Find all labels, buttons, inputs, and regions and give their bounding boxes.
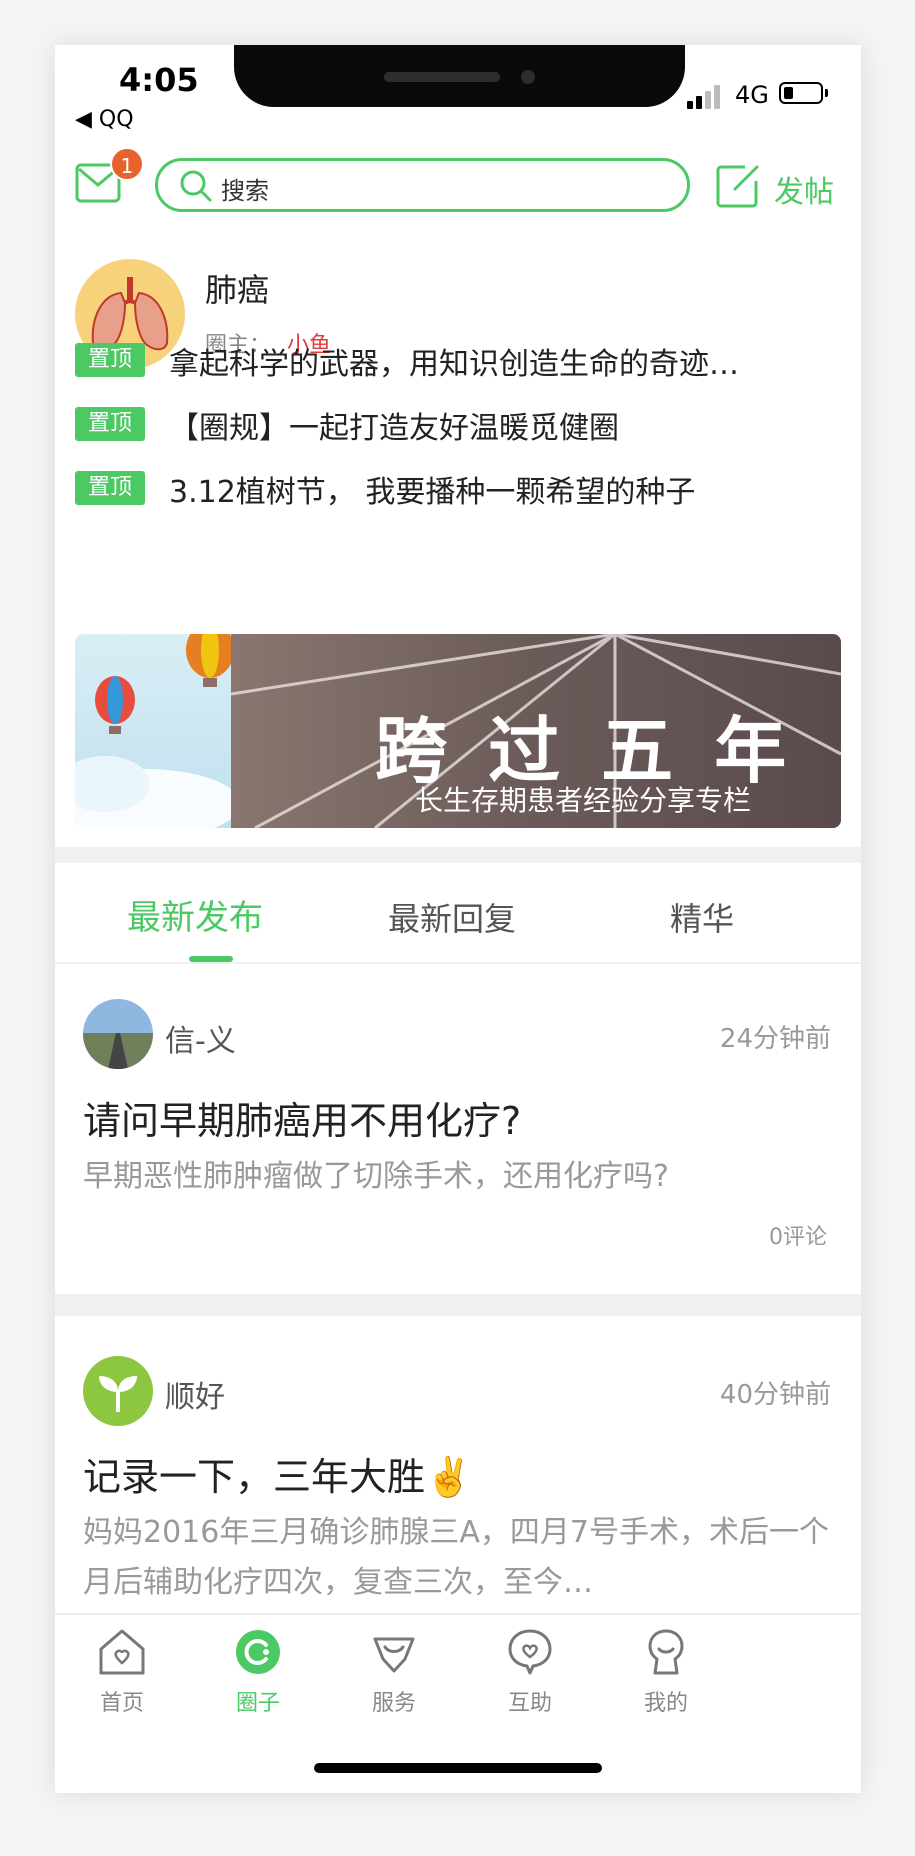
back-to-app-link[interactable]: ◀ QQ [75,107,134,132]
help-icon [508,1629,552,1675]
nav-circle[interactable]: 圈子 [198,1625,318,1717]
circle-name: 肺癌 [205,271,270,309]
post-excerpt: 早期恶性肺肿瘤做了切除手术，还用化疗吗? [83,1159,669,1194]
author-avatar[interactable] [83,999,153,1069]
pinned-tag: 置顶 [75,471,145,505]
search-placeholder: 搜索 [221,177,269,205]
sprout-icon [99,1376,137,1412]
pinned-post-title[interactable]: 拿起科学的武器，用知识创造生命的奇迹… [169,339,839,383]
post-title[interactable]: 记录一下，三年大胜✌️ [83,1446,472,1501]
new-post-label[interactable]: 发帖 [774,167,834,211]
post-divider [55,1294,861,1316]
status-time: 4:05 [119,61,199,99]
author-name[interactable]: 顺好 [165,1372,225,1416]
post-card[interactable]: 顺好 40分钟前 记录一下，三年大胜✌️ 妈妈2016年三月确诊肺腺三A，四月7… [55,1316,861,1613]
search-icon [180,170,212,202]
tab-featured[interactable]: 精华 [670,894,734,940]
post-time: 24分钟前 [719,1024,831,1054]
phone-screen: 4:05 ◀ QQ 4G 1 搜索 发帖 肺癌 圈主： 小鱼 置顶 拿起科学的武… [55,45,861,1793]
edit-icon [716,165,759,208]
nav-label: 服务 [371,1691,416,1716]
author-name[interactable]: 信-义 [165,1016,236,1060]
nav-label: 首页 [99,1691,144,1716]
post-time: 40分钟前 [719,1380,831,1410]
nav-help[interactable]: 互助 [470,1625,590,1717]
author-avatar[interactable] [83,1356,153,1426]
pinned-post-title[interactable]: 【圈规】一起打造友好温暖觅健圈 [169,403,839,447]
nav-service[interactable]: 服务 [334,1625,454,1717]
post-title[interactable]: 请问早期肺癌用不用化疗? [83,1090,521,1145]
nav-label: 圈子 [235,1691,280,1716]
banner-ad[interactable]: 跨 过 五 年 长生存期患者经验分享专栏 [75,634,841,828]
section-divider [55,847,861,863]
banner-subline: 长生存期患者经验分享专栏 [415,784,752,817]
circle-icon [236,1630,280,1674]
service-icon [373,1637,415,1673]
battery-icon [779,82,823,104]
nav-profile[interactable]: 我的 [606,1625,726,1717]
network-label: 4G [735,81,769,109]
nav-home[interactable]: 首页 [62,1625,182,1717]
comment-count: 0评论 [769,1225,827,1250]
mail-badge: 1 [110,147,144,181]
tab-latest-posts[interactable]: 最新发布 [127,890,263,939]
battery-tip [825,89,828,97]
pinned-post-title[interactable]: 3.12植树节， 我要播种一颗希望的种子 [169,467,839,511]
profile-icon [648,1629,684,1675]
nav-label: 我的 [643,1691,688,1716]
pinned-tag: 置顶 [75,407,145,441]
post-excerpt: 妈妈2016年三月确诊肺腺三A，四月7号手术，术后一个月后辅助化疗四次，复查三次… [83,1515,829,1600]
home-indicator[interactable] [314,1763,602,1773]
notch [234,45,685,107]
pinned-tag: 置顶 [75,343,145,377]
nav-label: 互助 [507,1691,552,1716]
post-card[interactable]: 信-义 24分钟前 请问早期肺癌用不用化疗? 早期恶性肺肿瘤做了切除手术，还用化… [55,964,861,1294]
tab-latest-replies[interactable]: 最新回复 [388,894,516,940]
home-icon [99,1629,145,1675]
signal-icon [687,85,725,109]
